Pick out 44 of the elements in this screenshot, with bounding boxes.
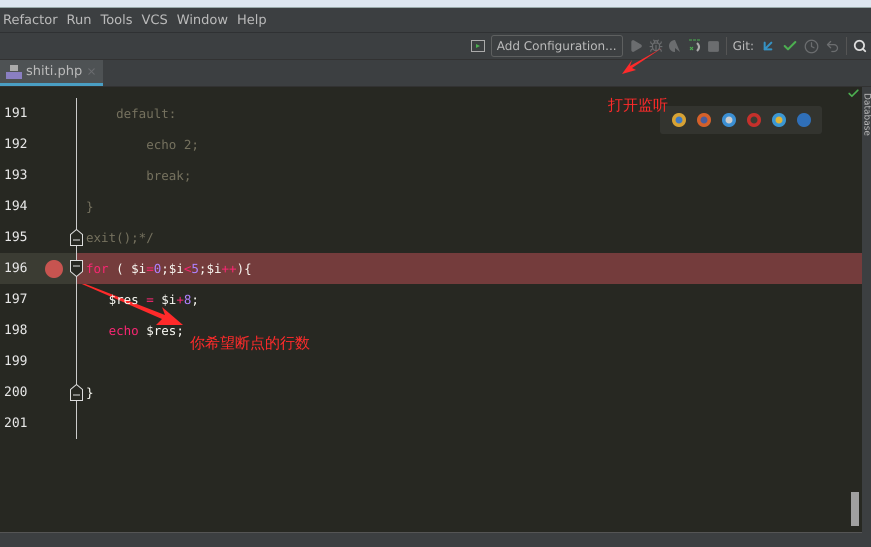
php-file-icon: [6, 64, 22, 78]
line-number: 195: [3, 230, 28, 245]
code-line: break;: [145, 167, 192, 185]
code-line: default:: [115, 105, 176, 123]
run-window-icon[interactable]: [470, 40, 485, 52]
fold-marker-icon[interactable]: [70, 384, 83, 401]
add-configuration-button[interactable]: Add Configuration...: [490, 35, 623, 57]
fold-marker-icon[interactable]: [70, 229, 83, 246]
code-line: }: [86, 384, 94, 402]
line-number: 191: [3, 106, 28, 121]
scrollbar-thumb[interactable]: [851, 492, 859, 526]
code-line: }: [86, 198, 94, 216]
annotation-text: 打开监听: [608, 96, 668, 115]
code-line: echo 2;: [145, 136, 199, 154]
line-number: 192: [3, 137, 28, 152]
menu-item[interactable]: Help: [234, 12, 273, 28]
fold-marker-icon[interactable]: [70, 260, 83, 277]
line-number: 196: [3, 261, 28, 276]
breakpoint-dot[interactable]: [45, 260, 63, 278]
file-tab[interactable]: shiti.php: [0, 60, 104, 86]
menu-item[interactable]: VCS: [138, 12, 174, 28]
history-clock-icon[interactable]: [804, 38, 819, 54]
debug-icon[interactable]: [648, 39, 663, 53]
run-icon[interactable]: [628, 39, 643, 53]
menu-item[interactable]: Run: [64, 12, 98, 28]
line-number: 199: [3, 354, 28, 369]
annotation-text: 你希望断点的行数: [190, 334, 310, 353]
line-number: 197: [3, 292, 28, 307]
menu-item[interactable]: Refactor: [0, 12, 64, 28]
search-icon[interactable]: [853, 39, 867, 53]
menu-item[interactable]: Window: [174, 12, 234, 28]
line-number: 201: [3, 416, 28, 431]
check-icon: [847, 87, 860, 100]
code-line: exit();*/: [86, 229, 154, 247]
git-label: Git:: [732, 39, 754, 53]
line-number: 200: [3, 385, 28, 400]
line-number: 194: [3, 199, 28, 214]
line-number: 193: [3, 168, 28, 183]
code-line: for ( $i=0;$i<5;$i++){: [86, 260, 252, 278]
undo-icon[interactable]: [825, 38, 840, 54]
menu-item[interactable]: Tools: [97, 12, 139, 28]
line-number: 198: [3, 323, 28, 338]
code-line: echo $res;: [108, 322, 184, 340]
stop-icon[interactable]: [706, 40, 720, 52]
